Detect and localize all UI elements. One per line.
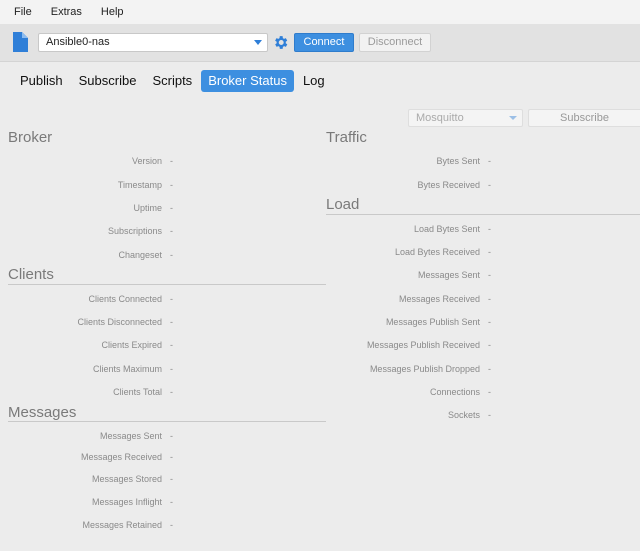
stat-label-load-messages-received: Messages Received <box>398 294 480 304</box>
main-tabs: Publish Subscribe Scripts Broker Status … <box>13 70 334 92</box>
stat-value-load-messages-sent: - <box>488 270 491 280</box>
stat-label-bytes-sent: Bytes Sent <box>436 156 480 166</box>
stat-label-load-bytes-sent: Load Bytes Sent <box>413 224 480 234</box>
stat-label-clients-total: Clients Total <box>113 387 162 397</box>
stat-value-version: - <box>170 156 173 166</box>
stat-label-messages-received: Messages Received <box>80 452 162 462</box>
stat-value-bytes-received: - <box>488 180 491 190</box>
stat-value-uptime: - <box>170 203 173 213</box>
stat-value-timestamp: - <box>170 180 173 190</box>
section-title-broker: Broker <box>8 129 53 146</box>
stat-value-clients-connected: - <box>170 294 173 304</box>
stat-label-messages-stored: Messages Stored <box>91 474 162 484</box>
stat-label-uptime: Uptime <box>133 203 162 213</box>
stat-label-messages-publish-dropped: Messages Publish Dropped <box>369 364 480 374</box>
stat-value-messages-publish-received: - <box>488 340 491 350</box>
disconnect-button[interactable]: Disconnect <box>359 33 431 52</box>
stat-value-messages-publish-dropped: - <box>488 364 491 374</box>
stat-value-connections: - <box>488 387 491 397</box>
tab-log[interactable]: Log <box>296 70 332 92</box>
stat-value-changeset: - <box>170 250 173 260</box>
stat-value-messages-inflight: - <box>170 497 173 507</box>
stat-label-version: Version <box>131 156 162 166</box>
menu-bar: File Extras Help <box>0 0 640 24</box>
stat-value-messages-stored: - <box>170 474 173 484</box>
stat-label-timestamp: Timestamp <box>117 180 162 190</box>
stat-label-clients-connected: Clients Connected <box>88 294 162 304</box>
subscribe-button[interactable]: Subscribe <box>528 109 640 127</box>
stat-label-bytes-received: Bytes Received <box>417 180 480 190</box>
gear-icon[interactable] <box>272 34 289 51</box>
stat-value-bytes-sent: - <box>488 156 491 166</box>
stat-label-load-bytes-received: Load Bytes Received <box>394 247 480 257</box>
stat-label-clients-expired: Clients Expired <box>101 340 162 350</box>
tab-scripts[interactable]: Scripts <box>145 70 199 92</box>
stat-label-changeset: Changeset <box>118 250 162 260</box>
stat-label-messages-publish-sent: Messages Publish Sent <box>385 317 480 327</box>
stat-value-messages-publish-sent: - <box>488 317 491 327</box>
tab-broker-status[interactable]: Broker Status <box>201 70 294 92</box>
stat-label-load-messages-sent: Messages Sent <box>417 270 480 280</box>
document-icon[interactable] <box>12 32 28 52</box>
stat-label-messages-sent: Messages Sent <box>99 431 162 441</box>
stat-value-messages-retained: - <box>170 520 173 530</box>
stat-value-load-bytes-received: - <box>488 247 491 257</box>
stat-label-clients-maximum: Clients Maximum <box>92 364 162 374</box>
section-divider <box>326 214 640 215</box>
stat-value-messages-sent: - <box>170 431 173 441</box>
stat-value-sockets: - <box>488 410 491 420</box>
stat-label-messages-retained: Messages Retained <box>82 520 162 530</box>
connection-profile-select[interactable]: Ansible0-nas <box>38 33 268 52</box>
menu-help[interactable]: Help <box>101 6 124 18</box>
section-title-load: Load <box>326 196 360 213</box>
tab-subscribe[interactable]: Subscribe <box>72 70 144 92</box>
stat-value-subscriptions: - <box>170 226 173 236</box>
connect-button[interactable]: Connect <box>294 33 354 52</box>
tab-publish[interactable]: Publish <box>13 70 70 92</box>
stat-value-clients-maximum: - <box>170 364 173 374</box>
menu-extras[interactable]: Extras <box>51 6 82 18</box>
chevron-down-icon <box>509 116 517 120</box>
stat-label-sockets: Sockets <box>447 410 480 420</box>
section-title-messages: Messages <box>8 404 77 421</box>
section-title-clients: Clients <box>8 266 54 283</box>
stat-value-messages-received: - <box>170 452 173 462</box>
stat-label-connections: Connections <box>429 387 480 397</box>
section-divider <box>8 284 326 285</box>
stat-value-load-messages-received: - <box>488 294 491 304</box>
stat-value-clients-total: - <box>170 387 173 397</box>
stat-label-messages-inflight: Messages Inflight <box>91 497 162 507</box>
stat-value-clients-expired: - <box>170 340 173 350</box>
stat-label-messages-publish-received: Messages Publish Received <box>366 340 480 350</box>
stat-value-clients-disconnected: - <box>170 317 173 327</box>
stat-value-load-bytes-sent: - <box>488 224 491 234</box>
broker-type-select[interactable]: Mosquitto <box>408 109 523 127</box>
stat-label-subscriptions: Subscriptions <box>107 226 162 236</box>
chevron-down-icon <box>254 40 262 45</box>
connection-profile-value: Ansible0-nas <box>46 36 110 48</box>
stat-label-clients-disconnected: Clients Disconnected <box>77 317 162 327</box>
section-divider <box>8 421 326 422</box>
menu-file[interactable]: File <box>14 6 32 18</box>
section-title-traffic: Traffic <box>326 129 367 146</box>
connection-toolbar: Ansible0-nas Connect Disconnect <box>0 24 640 62</box>
broker-type-value: Mosquitto <box>416 112 464 124</box>
